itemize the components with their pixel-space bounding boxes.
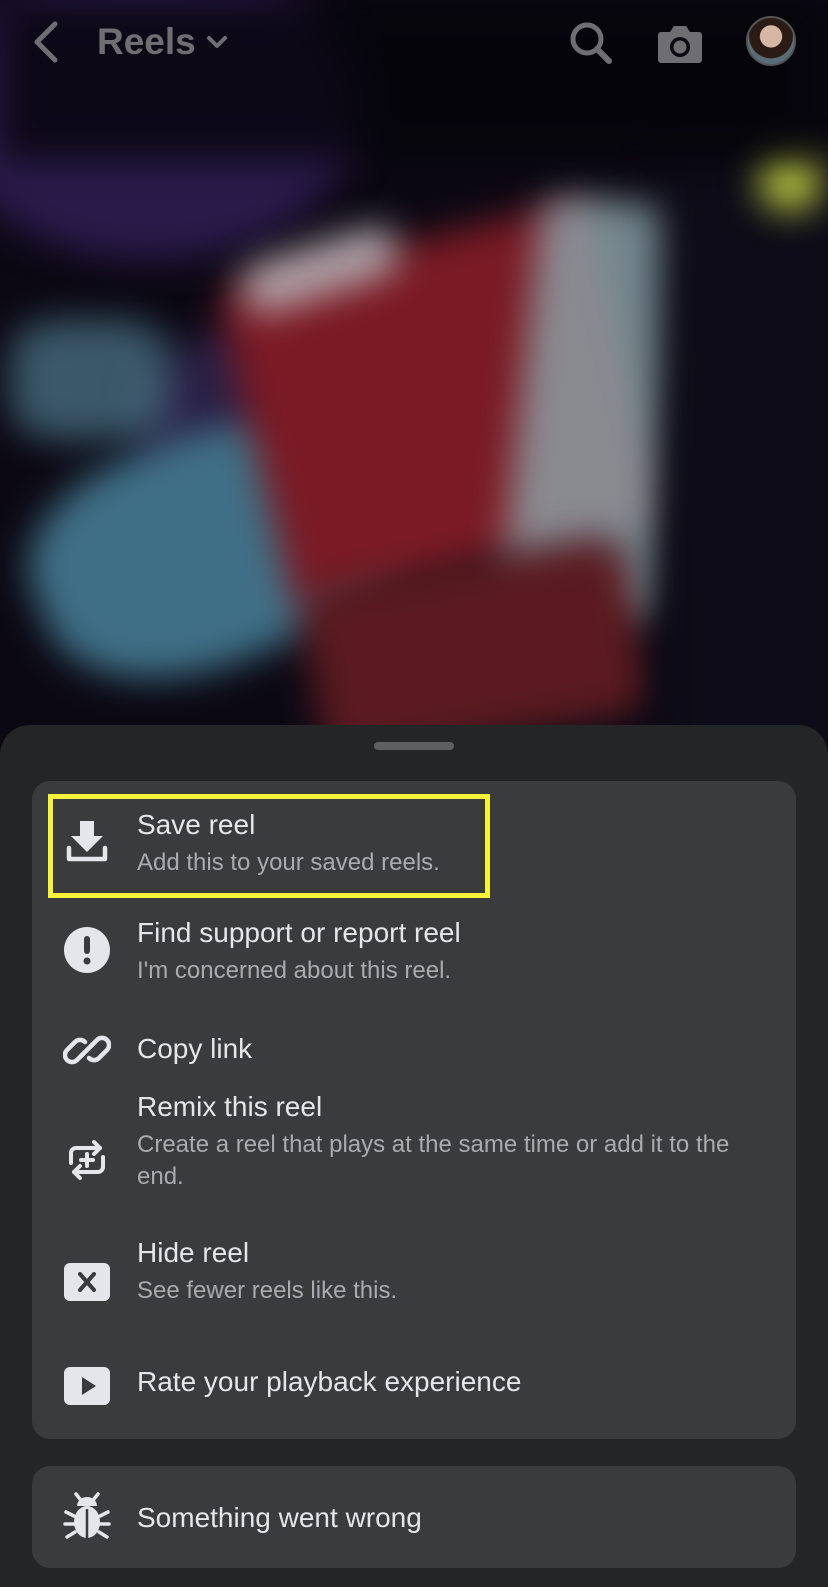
options-menu-card: Save reel Add this to your saved reels. … [32,781,796,1439]
highlight-box [48,794,490,898]
menu-item-description: I'm concerned about this reel. [137,957,452,984]
menu-item-hide-reel[interactable]: Hide reel See fewer reels like this. [32,1223,796,1337]
menu-item-label: Copy link [137,1033,253,1064]
reels-title-dropdown[interactable]: Reels [97,18,228,66]
bug-icon [62,1492,112,1542]
video-blur-region [10,320,170,440]
menu-item-report-reel[interactable]: Find support or report reel I'm concerne… [32,903,796,1013]
video-blur-region [660,160,828,760]
menu-item-label: Rate your playback experience [137,1366,522,1397]
menu-item-description: See fewer reels like this. [137,1277,398,1304]
search-button[interactable] [568,20,614,66]
link-icon [62,1025,112,1075]
menu-item-copy-link[interactable]: Copy link [32,1013,796,1083]
options-bottom-sheet: Save reel Add this to your saved reels. … [0,725,828,1587]
menu-item-label: Remix this reel [137,1091,323,1122]
report-problem-card: Something went wrong [32,1466,796,1568]
menu-item-something-went-wrong[interactable]: Something went wrong [32,1466,796,1568]
play-icon [62,1361,112,1411]
menu-item-description: Create a reel that plays at the same tim… [137,1131,730,1190]
menu-item-label: Hide reel [137,1237,250,1268]
camera-button[interactable] [655,18,705,68]
top-bar: Reels [0,0,828,86]
menu-item-label: Something went wrong [137,1502,422,1533]
search-icon [570,22,612,64]
menu-item-rate-playback[interactable]: Rate your playback experience [32,1337,796,1427]
close-box-icon [62,1257,112,1307]
page-title: Reels [97,21,196,62]
reel-video[interactable] [0,0,828,760]
exclamation-circle-icon [62,925,112,975]
profile-avatar[interactable] [746,16,796,66]
back-button[interactable] [26,18,66,66]
menu-item-label: Find support or report reel [137,917,461,948]
chevron-down-icon [206,36,227,48]
chevron-left-icon [34,21,58,63]
menu-item-remix-reel[interactable]: Remix this reel Create a reel that plays… [32,1083,796,1223]
remix-icon [62,1135,112,1185]
sheet-drag-handle[interactable] [374,742,454,750]
menu-item-save-reel[interactable]: Save reel Add this to your saved reels. [32,781,796,903]
camera-icon [658,26,702,63]
